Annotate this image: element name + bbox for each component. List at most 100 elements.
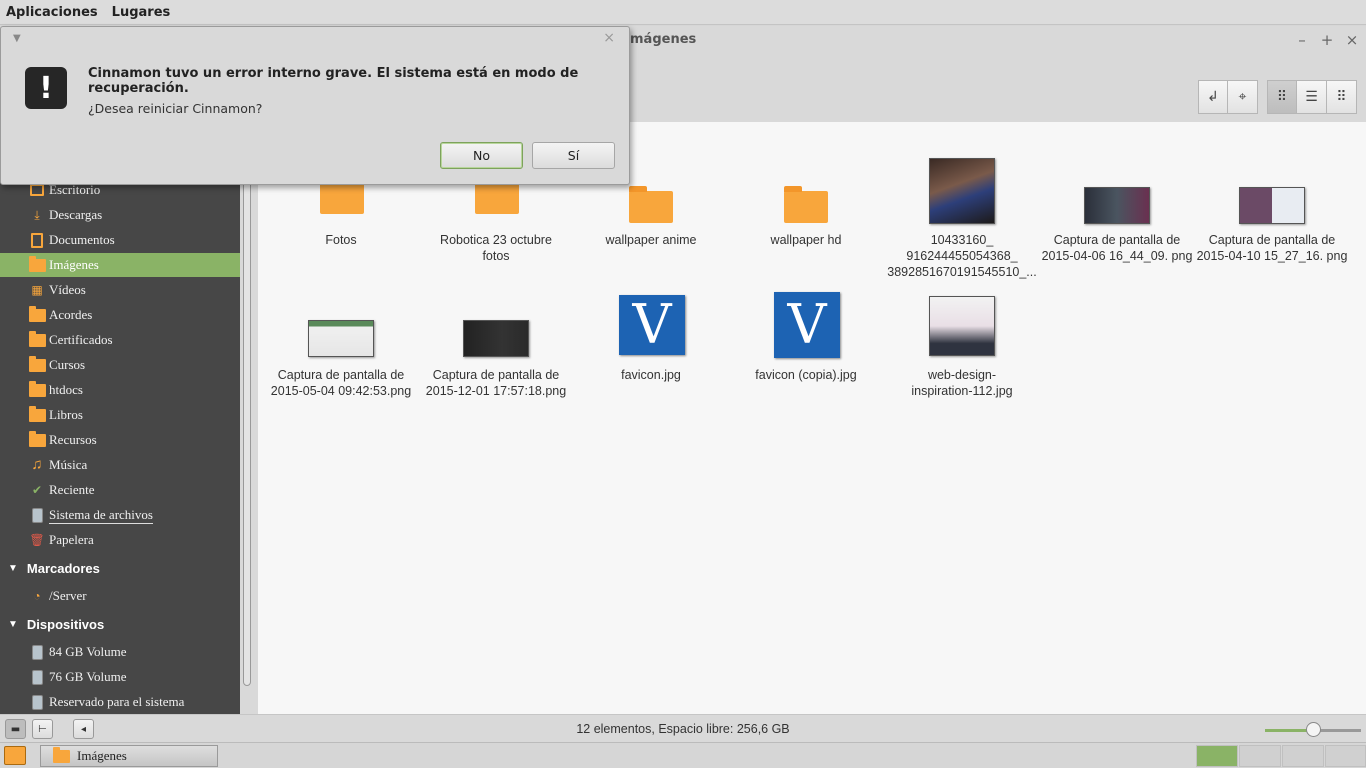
sidebar-item-musica[interactable]: ♫ Música	[0, 453, 240, 477]
folder-icon	[28, 255, 46, 273]
places-sidebar: Escritorio ⤓ Descargas Documentos Imágen…	[0, 122, 240, 714]
no-button[interactable]: No	[440, 142, 523, 169]
sidebar-item-libros[interactable]: Libros	[0, 403, 240, 427]
favicon-thumbnail: V	[774, 292, 840, 358]
file-item-captura-2[interactable]: Captura de pantalla de 2015-04-10 15_27_…	[1194, 152, 1350, 282]
list-view-button[interactable]: ☰	[1297, 80, 1327, 114]
folder-icon	[320, 177, 364, 214]
sidebar-item-cursos[interactable]: Cursos	[0, 353, 240, 377]
sidebar-item-documentos[interactable]: Documentos	[0, 228, 240, 252]
trash-icon: 🗑	[29, 532, 45, 547]
status-bar: ▬ ⊢ ◂ 12 elementos, Espacio libre: 256,6…	[0, 714, 1366, 742]
devices-header[interactable]: ▼ Dispositivos	[0, 612, 240, 636]
compact-view-button[interactable]: ⠿	[1327, 80, 1357, 114]
folder-icon	[28, 305, 46, 323]
zoom-slider-knob[interactable]	[1305, 722, 1321, 737]
drive-icon	[28, 669, 46, 685]
server-icon: ◔	[33, 588, 41, 603]
file-item-captura-1[interactable]: Captura de pantalla de 2015-04-06 16_44_…	[1039, 152, 1195, 282]
taskbar-item-imagenes[interactable]: Imágenes	[40, 745, 218, 767]
sidebar-item-sistema-de-archivos[interactable]: Sistema de archivos	[0, 503, 240, 527]
dialog-message: ¿Desea reiniciar Cinnamon?	[88, 101, 263, 116]
applications-menu[interactable]: Aplicaciones	[6, 5, 98, 20]
warning-icon: !	[25, 67, 67, 109]
file-item-photo[interactable]: 10433160_ 916244455054368_ 3892851670191…	[884, 152, 1040, 282]
folder-icon	[28, 355, 46, 373]
image-thumbnail	[929, 296, 995, 356]
sidebar-item-reservado[interactable]: Reservado para el sistema	[0, 690, 240, 714]
minimize-button[interactable]: –	[1294, 31, 1310, 49]
sidebar-item-certificados[interactable]: Certificados	[0, 328, 240, 352]
bottom-panel: Imágenes	[0, 742, 1366, 768]
screenshot-thumbnail	[308, 320, 374, 357]
video-icon: ▦	[31, 282, 43, 297]
folder-icon	[53, 746, 70, 763]
locate-button[interactable]: ⌖	[1228, 80, 1258, 114]
workspace-1[interactable]	[1196, 745, 1238, 767]
screenshot-thumbnail	[463, 320, 529, 357]
file-item-favicon[interactable]: V favicon.jpg	[573, 287, 729, 397]
sidebar-item-videos[interactable]: ▦ Vídeos	[0, 278, 240, 302]
view-toolbar: ⠿ ☰ ⠿	[1267, 80, 1357, 114]
close-window-button[interactable]: ×	[1344, 31, 1360, 49]
recent-icon: ✔	[31, 482, 43, 497]
workspace-2[interactable]	[1239, 745, 1281, 767]
sidebar-item-84gb-volume[interactable]: 84 GB Volume	[0, 640, 240, 664]
menu-button[interactable]	[4, 746, 26, 765]
top-panel: Aplicaciones Lugares	[0, 0, 1366, 25]
sidebar-scrollbar[interactable]	[243, 126, 251, 686]
folder-icon	[28, 330, 46, 348]
sidebar-item-htdocs[interactable]: htdocs	[0, 378, 240, 402]
error-dialog: ▼ × ! Cinnamon tuvo un error interno gra…	[0, 26, 630, 185]
favicon-thumbnail: V	[619, 295, 685, 355]
drive-icon	[28, 507, 46, 523]
drive-icon	[28, 644, 46, 660]
file-item-favicon-copia[interactable]: V favicon (copia).jpg	[728, 287, 884, 397]
sidebar-item-reciente[interactable]: ✔ Reciente	[0, 478, 240, 502]
workspace-3[interactable]	[1282, 745, 1324, 767]
dialog-title: Cinnamon tuvo un error interno grave. El…	[88, 66, 579, 96]
compact-grid-icon: ⠿	[1336, 89, 1347, 105]
maximize-button[interactable]: +	[1319, 31, 1335, 49]
toggle-location-button[interactable]: ↲	[1198, 80, 1228, 114]
folder-icon	[629, 186, 673, 223]
grid-icon: ⠿	[1276, 89, 1288, 105]
photo-thumbnail	[929, 158, 995, 224]
sidebar-item-server[interactable]: ◔ /Server	[0, 584, 240, 608]
sidebar-item-recursos[interactable]: Recursos	[0, 428, 240, 452]
file-item-web-design[interactable]: web-design- inspiration-112.jpg	[884, 287, 1040, 398]
sidebar-item-acordes[interactable]: Acordes	[0, 303, 240, 327]
list-icon: ☰	[1305, 89, 1318, 105]
folder-icon	[28, 380, 46, 398]
download-icon: ⤓	[34, 207, 40, 222]
folder-icon	[28, 430, 46, 448]
screenshot-thumbnail	[1239, 187, 1305, 224]
collapse-arrow-icon: ▼	[8, 562, 18, 574]
file-item-captura-3[interactable]: Captura de pantalla de 2015-05-04 09:42:…	[263, 287, 419, 398]
workspace-4[interactable]	[1325, 745, 1366, 767]
crosshair-icon: ⌖	[1238, 89, 1247, 105]
places-menu[interactable]: Lugares	[112, 5, 171, 20]
window-title: mágenes	[630, 32, 697, 47]
sidebar-item-imagenes[interactable]: Imágenes	[0, 253, 240, 277]
dialog-close-button[interactable]: ×	[603, 30, 615, 46]
location-toolbar: ↲ ⌖	[1198, 80, 1258, 114]
sidebar-item-descargas[interactable]: ⤓ Descargas	[0, 203, 240, 227]
bookmarks-header[interactable]: ▼ Marcadores	[0, 556, 240, 580]
icon-view-button[interactable]: ⠿	[1267, 80, 1297, 114]
music-icon: ♫	[31, 456, 43, 473]
status-text: 12 elementos, Espacio libre: 256,6 GB	[576, 722, 790, 736]
file-item-wallpaper-hd[interactable]: wallpaper hd	[728, 152, 884, 247]
sidebar-item-papelera[interactable]: 🗑 Papelera	[0, 528, 240, 552]
collapse-arrow-icon: ▼	[8, 618, 18, 630]
folder-icon	[28, 405, 46, 423]
folder-icon	[784, 186, 828, 223]
file-view: Fotos Robotica 23 octubre fotos wallpape…	[258, 122, 1366, 714]
drive-icon	[28, 694, 46, 710]
return-arrow-icon: ↲	[1207, 89, 1219, 105]
sidebar-item-76gb-volume[interactable]: 76 GB Volume	[0, 665, 240, 689]
dialog-menu-icon[interactable]: ▼	[13, 33, 21, 44]
folder-icon	[475, 177, 519, 214]
file-item-captura-4[interactable]: Captura de pantalla de 2015-12-01 17:57:…	[418, 287, 574, 398]
yes-button[interactable]: Sí	[532, 142, 615, 169]
